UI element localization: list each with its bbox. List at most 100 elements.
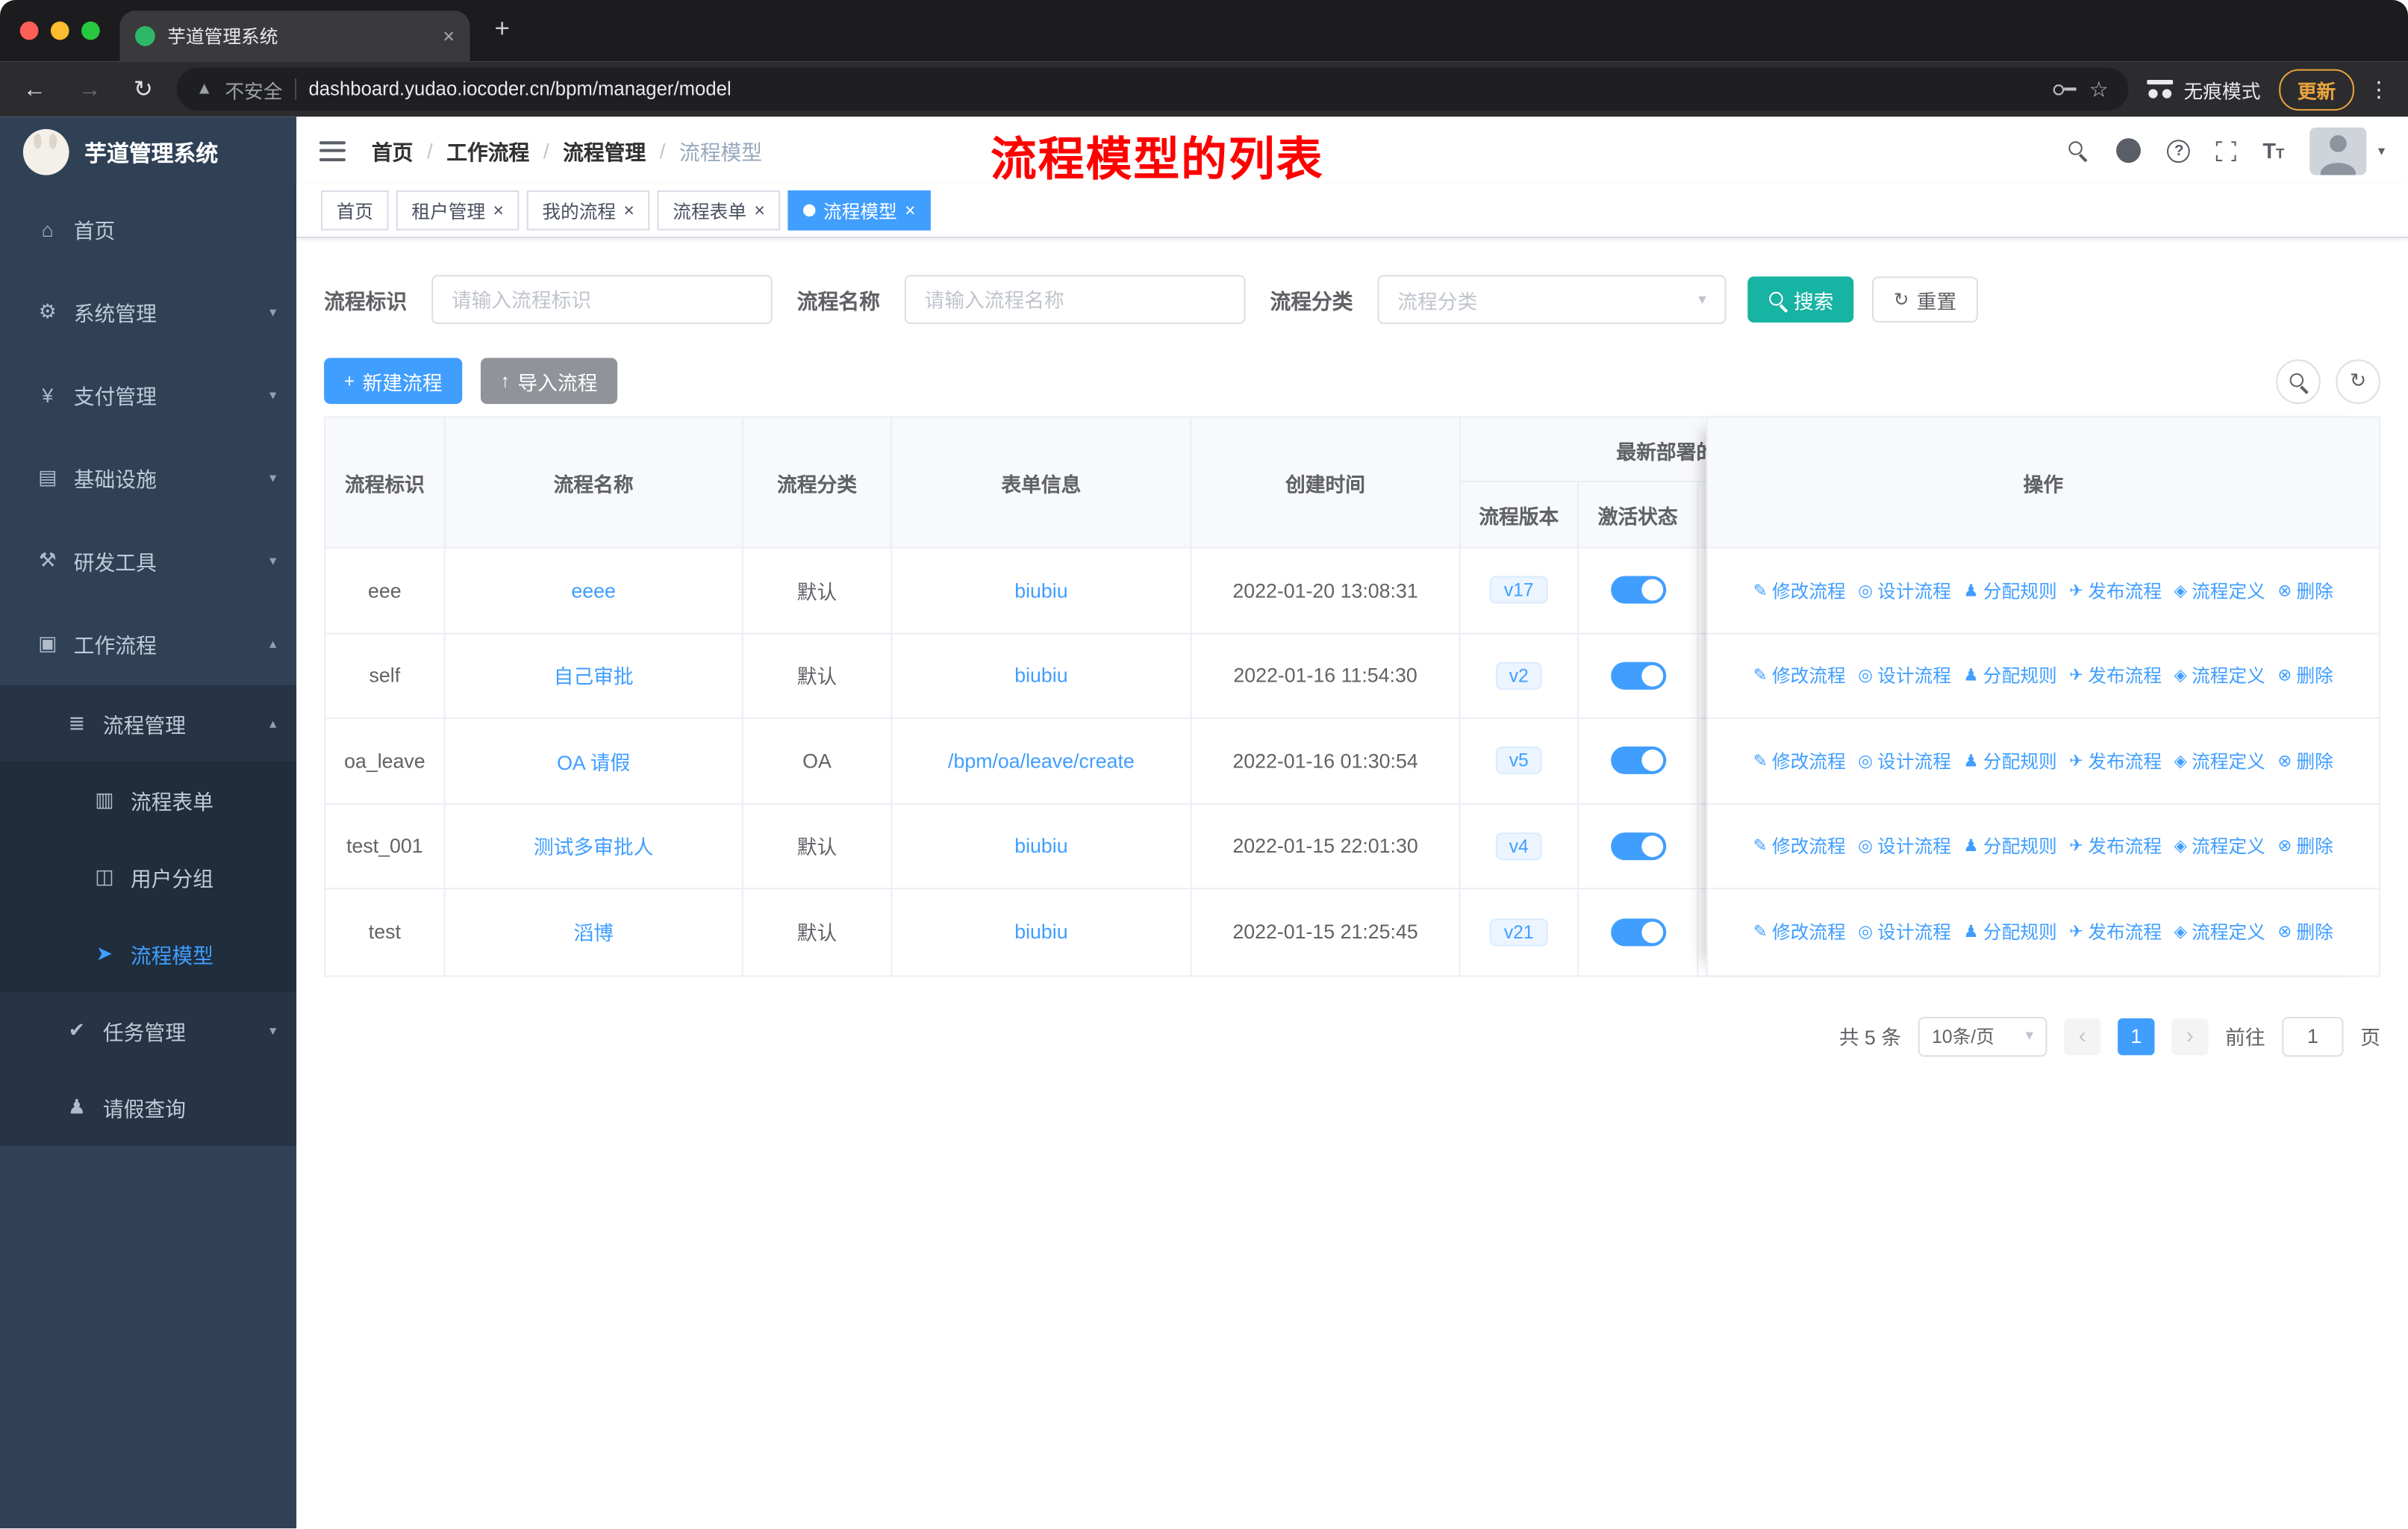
action-delete[interactable]: ⊗ 删除 — [2277, 833, 2333, 859]
action-delete[interactable]: ⊗ 删除 — [2277, 662, 2333, 688]
sidebar-item-user-group[interactable]: ◫ 用户分组 — [0, 838, 297, 916]
process-name-link[interactable]: eeee — [571, 579, 616, 602]
breadcrumb-item[interactable]: 工作流程 — [446, 135, 529, 166]
avatar-chevron-down-icon[interactable]: ▾ — [2378, 142, 2385, 159]
active-toggle[interactable] — [1610, 918, 1666, 946]
sidebar-item-home[interactable]: ⌂ 首页 — [0, 187, 296, 270]
import-process-button[interactable]: ↑ 导入流程 — [481, 358, 618, 405]
security-label[interactable]: 不安全 — [225, 75, 282, 104]
action-definition[interactable]: ◈ 流程定义 — [2174, 919, 2265, 945]
avatar[interactable] — [2310, 126, 2368, 175]
sidebar-item-process-form[interactable]: ▥ 流程表单 — [0, 762, 297, 839]
page-number-1[interactable]: 1 — [2118, 1018, 2155, 1055]
action-delete[interactable]: ⊗ 删除 — [2277, 747, 2333, 773]
action-design[interactable]: ◎ 设计流程 — [1858, 919, 1951, 945]
active-toggle[interactable] — [1610, 576, 1666, 605]
action-assign-rule[interactable]: ♟ 分配规则 — [1963, 919, 2056, 945]
version-badge[interactable]: v2 — [1495, 661, 1543, 690]
search-icon[interactable] — [2068, 139, 2091, 162]
goto-page-input[interactable] — [2282, 1015, 2344, 1056]
password-key-icon[interactable] — [2053, 84, 2077, 95]
tag-tenant-management[interactable]: 租户管理 × — [396, 190, 520, 231]
tag-process-model[interactable]: 流程模型 × — [787, 190, 932, 231]
action-publish[interactable]: ✈ 发布流程 — [2069, 833, 2162, 859]
action-assign-rule[interactable]: ♟ 分配规则 — [1963, 747, 2056, 773]
address-bar[interactable]: ▲ 不安全 dashboard.yudao.iocoder.cn/bpm/man… — [175, 67, 2129, 111]
close-window-icon[interactable] — [19, 21, 39, 40]
form-info-link[interactable]: biubiu — [1014, 921, 1067, 944]
active-toggle[interactable] — [1610, 747, 1666, 775]
action-publish[interactable]: ✈ 发布流程 — [2069, 919, 2162, 945]
sidebar-item-workflow[interactable]: ▣ 工作流程 ▴ — [0, 602, 296, 685]
action-definition[interactable]: ◈ 流程定义 — [2174, 577, 2265, 603]
action-design[interactable]: ◎ 设计流程 — [1858, 577, 1951, 603]
fullscreen-icon[interactable] — [2213, 137, 2240, 164]
process-name-link[interactable]: 自己审批 — [554, 661, 634, 690]
action-definition[interactable]: ◈ 流程定义 — [2174, 833, 2265, 859]
form-info-link[interactable]: biubiu — [1014, 579, 1067, 602]
sidebar-item-process-management[interactable]: ≣ 流程管理 ▴ — [0, 685, 297, 762]
browser-update-button[interactable]: 更新 — [2279, 68, 2354, 110]
close-icon[interactable]: × — [493, 199, 503, 221]
form-info-link[interactable]: biubiu — [1014, 664, 1067, 687]
breadcrumb-item[interactable]: 流程管理 — [563, 135, 646, 166]
action-definition[interactable]: ◈ 流程定义 — [2174, 747, 2265, 773]
github-icon[interactable] — [2116, 138, 2142, 164]
active-toggle[interactable] — [1610, 661, 1666, 690]
process-name-input[interactable] — [904, 275, 1246, 325]
sidebar-item-process-model[interactable]: ➤ 流程模型 — [0, 915, 297, 993]
form-info-link[interactable]: biubiu — [1014, 835, 1067, 858]
action-modify[interactable]: ✎ 修改流程 — [1753, 577, 1846, 603]
next-page-button[interactable]: › — [2171, 1018, 2209, 1055]
tab-close-icon[interactable]: × — [443, 25, 455, 48]
action-delete[interactable]: ⊗ 删除 — [2277, 577, 2333, 603]
search-button[interactable]: 搜索 — [1747, 276, 1854, 323]
bookmark-star-icon[interactable]: ☆ — [2089, 76, 2109, 102]
collapse-sidebar-icon[interactable] — [319, 140, 346, 161]
tag-my-process[interactable]: 我的流程 × — [526, 190, 650, 231]
process-name-link[interactable]: 测试多审批人 — [534, 832, 654, 861]
sidebar-item-infrastructure[interactable]: ▤ 基础设施 ▾ — [0, 436, 296, 519]
version-badge[interactable]: v17 — [1490, 576, 1548, 605]
tag-home[interactable]: 首页 — [320, 190, 389, 231]
action-modify[interactable]: ✎ 修改流程 — [1753, 833, 1846, 859]
process-category-select[interactable]: 流程分类 ▾ — [1377, 275, 1727, 325]
action-modify[interactable]: ✎ 修改流程 — [1753, 747, 1846, 773]
sidebar-logo[interactable]: 芋道管理系统 — [0, 116, 296, 187]
sidebar-item-devtools[interactable]: ⚒ 研发工具 ▾ — [0, 519, 296, 602]
action-assign-rule[interactable]: ♟ 分配规则 — [1963, 662, 2056, 688]
maximize-window-icon[interactable] — [81, 21, 100, 40]
version-badge[interactable]: v4 — [1495, 832, 1543, 860]
process-name-link[interactable]: 滔博 — [573, 918, 614, 947]
sidebar-item-leave-query[interactable]: ♟ 请假查询 — [0, 1068, 297, 1146]
sidebar-item-task-management[interactable]: ✔ 任务管理 ▾ — [0, 992, 297, 1069]
show-search-button[interactable] — [2276, 358, 2321, 404]
action-assign-rule[interactable]: ♟ 分配规则 — [1963, 577, 2056, 603]
version-badge[interactable]: v5 — [1495, 747, 1543, 775]
action-assign-rule[interactable]: ♟ 分配规则 — [1963, 833, 2056, 859]
tag-process-form[interactable]: 流程表单 × — [657, 190, 781, 231]
breadcrumb-item[interactable]: 首页 — [372, 135, 414, 166]
minimize-window-icon[interactable] — [50, 21, 69, 40]
reload-icon[interactable]: ↻ — [134, 75, 153, 103]
create-process-button[interactable]: + 新建流程 — [324, 358, 463, 405]
process-name-link[interactable]: OA 请假 — [557, 746, 630, 775]
help-icon[interactable]: ? — [2167, 139, 2191, 163]
forward-icon[interactable]: → — [78, 76, 102, 102]
back-icon[interactable]: ← — [23, 76, 46, 102]
action-delete[interactable]: ⊗ 删除 — [2277, 919, 2333, 945]
sidebar-item-system[interactable]: ⚙ 系统管理 ▾ — [0, 270, 296, 353]
font-size-icon[interactable]: TT — [2262, 138, 2284, 163]
action-definition[interactable]: ◈ 流程定义 — [2174, 662, 2265, 688]
reset-button[interactable]: ↻ 重置 — [1872, 276, 1979, 323]
prev-page-button[interactable]: ‹ — [2064, 1018, 2101, 1055]
action-publish[interactable]: ✈ 发布流程 — [2069, 577, 2162, 603]
process-id-input[interactable] — [431, 275, 773, 325]
browser-menu-icon[interactable]: ⋮ — [2368, 76, 2390, 102]
browser-tab[interactable]: 芋道管理系统 × — [119, 10, 470, 62]
form-info-link[interactable]: /bpm/oa/leave/create — [948, 749, 1135, 772]
action-modify[interactable]: ✎ 修改流程 — [1753, 919, 1846, 945]
url-text[interactable]: dashboard.yudao.iocoder.cn/bpm/manager/m… — [309, 78, 2042, 100]
breadcrumb-item[interactable]: 流程模型 — [679, 135, 762, 166]
action-design[interactable]: ◎ 设计流程 — [1858, 747, 1951, 773]
